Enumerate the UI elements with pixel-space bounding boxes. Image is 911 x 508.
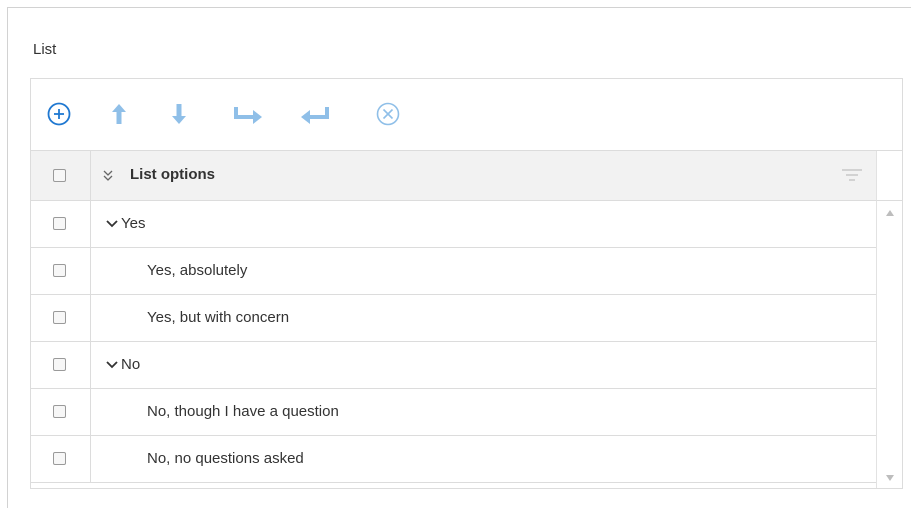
- arrow-down-icon: [172, 104, 186, 124]
- row-label: No, though I have a question: [147, 403, 339, 420]
- scroll-up-arrow-icon[interactable]: [886, 210, 894, 216]
- tree-row[interactable]: Yes, but with concern: [31, 295, 876, 342]
- grid-header-row: List options: [31, 151, 876, 201]
- chevron-down-icon[interactable]: [105, 218, 119, 230]
- grid-rows: Yes Yes, absolutely Yes, but with concern N…: [31, 201, 876, 488]
- row-check-cell: [31, 248, 91, 294]
- tree-row[interactable]: No, no questions asked: [31, 436, 876, 483]
- tree-row[interactable]: No, though I have a question: [31, 389, 876, 436]
- row-checkbox[interactable]: [53, 311, 66, 324]
- row-check-cell: [31, 389, 91, 435]
- scroll-down-arrow-icon[interactable]: [886, 475, 894, 481]
- row-checkbox[interactable]: [53, 452, 66, 465]
- filter-icon[interactable]: [841, 167, 863, 183]
- move-up-button[interactable]: [104, 99, 134, 129]
- row-checkbox[interactable]: [53, 405, 66, 418]
- remove-button[interactable]: [373, 99, 403, 129]
- row-check-cell: [31, 201, 91, 247]
- row-check-cell: [31, 295, 91, 341]
- arrow-up-icon: [112, 104, 126, 124]
- move-down-button[interactable]: [164, 99, 194, 129]
- row-checkbox[interactable]: [53, 264, 66, 277]
- list-label: List: [33, 41, 57, 58]
- row-label: Yes, but with concern: [147, 309, 290, 326]
- row-check-cell: [31, 342, 91, 388]
- tree-row[interactable]: Yes, absolutely: [31, 248, 876, 295]
- row-check-cell: [31, 436, 91, 482]
- vertical-scrollbar[interactable]: [876, 201, 902, 488]
- list-grid: List options Yes Yes, absolutely Yes, but …: [30, 78, 903, 489]
- indent-button[interactable]: [231, 99, 262, 129]
- add-button[interactable]: [44, 99, 74, 129]
- remove-circle-icon: [376, 102, 400, 126]
- outdent-button[interactable]: [296, 99, 329, 129]
- tree-row[interactable]: No: [31, 342, 876, 389]
- column-header-label[interactable]: List options: [130, 166, 215, 183]
- header-check-cell: [31, 151, 91, 200]
- row-checkbox[interactable]: [53, 358, 66, 371]
- row-label: Yes, absolutely: [147, 262, 248, 279]
- outdent-left-icon: [301, 107, 329, 124]
- add-circle-icon: [47, 102, 71, 126]
- double-chevron-icon[interactable]: [101, 168, 115, 184]
- row-label: Yes: [121, 215, 146, 232]
- indent-right-icon: [234, 107, 262, 124]
- row-checkbox[interactable]: [53, 217, 66, 230]
- chevron-down-icon[interactable]: [105, 359, 119, 371]
- row-label: No: [121, 356, 141, 373]
- tree-row[interactable]: Yes: [31, 201, 876, 248]
- row-label: No, no questions asked: [147, 450, 304, 467]
- grid-toolbar: [31, 79, 902, 151]
- select-all-checkbox[interactable]: [53, 169, 66, 182]
- header-scroll-cap: [876, 151, 902, 201]
